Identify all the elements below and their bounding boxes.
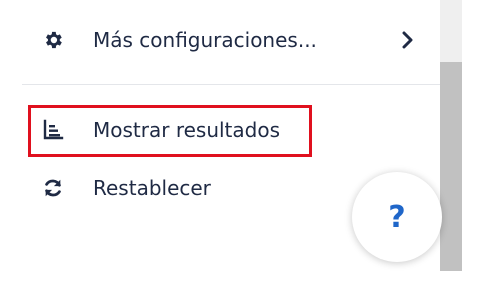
menu-item-more-settings[interactable]: Más configuraciones...: [22, 12, 440, 68]
help-button[interactable]: ?: [352, 172, 442, 262]
menu-item-label: Mostrar resultados: [93, 118, 281, 142]
chevron-right-icon: [400, 29, 416, 51]
reset-arrows-icon: [42, 177, 64, 199]
menu-divider: [22, 84, 440, 85]
menu-item-label: Más configuraciones...: [93, 28, 317, 52]
gear-icon: [42, 29, 64, 51]
menu-item-label: Restablecer: [93, 176, 211, 200]
bar-chart-list-icon: [42, 119, 64, 141]
scrollbar-thumb[interactable]: [440, 62, 462, 271]
menu-item-show-results[interactable]: Mostrar resultados: [22, 102, 440, 158]
